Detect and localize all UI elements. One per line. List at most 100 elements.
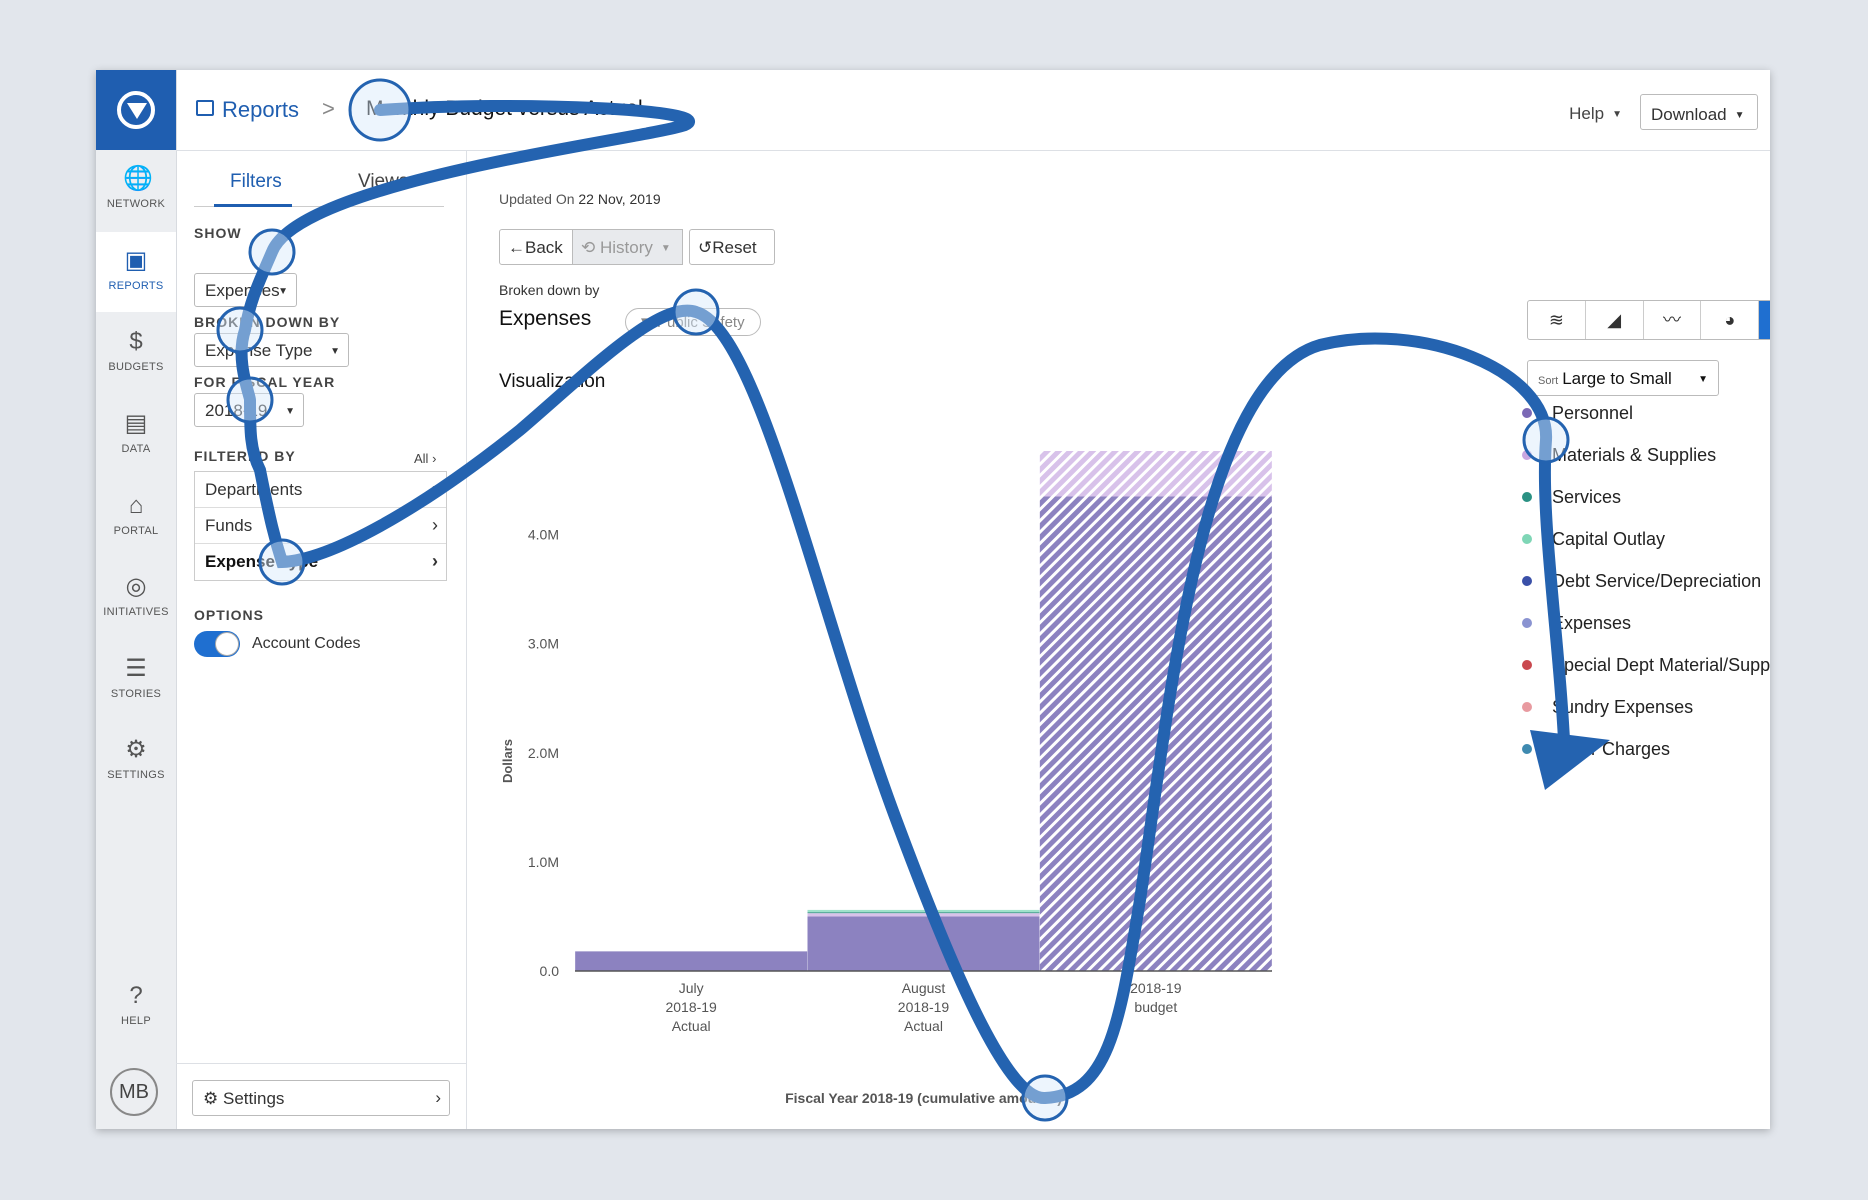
y-tick-label: 2.0M — [528, 745, 559, 761]
y-tick-label: 3.0M — [528, 636, 559, 652]
show-select[interactable]: Expenses ▼ — [194, 273, 297, 307]
legend-item[interactable]: Sundry Expenses — [1522, 695, 1770, 737]
nav-item-reports[interactable]: ▣ REPORTS — [96, 232, 176, 312]
legend-item[interactable]: Debt Service/Depreciation — [1522, 569, 1770, 611]
legend-item[interactable]: Materials & Supplies — [1522, 443, 1770, 485]
nav-item-budgets[interactable]: $ BUDGETS — [96, 313, 176, 393]
filter-item-funds[interactable]: Funds › — [195, 508, 446, 544]
chevron-down-icon: ▼ — [278, 286, 288, 297]
legend-item[interactable]: Expenses — [1522, 611, 1770, 653]
back-button[interactable]: ←Back — [499, 229, 573, 265]
back-label: Back — [525, 238, 563, 257]
x-tick-label: Actual — [904, 1018, 943, 1034]
sort-select[interactable]: Sort Large to Small ▼ — [1527, 360, 1719, 396]
nav-item-stories[interactable]: ☰ STORIES — [96, 640, 176, 720]
breadcrumb-separator: > — [322, 96, 335, 121]
fiscal-year-label: FOR FISCAL YEAR — [194, 374, 336, 390]
app-logo[interactable] — [96, 70, 176, 150]
fiscal-year-select[interactable]: 2018-19 ▼ — [194, 393, 304, 427]
table-view-icon[interactable]: ≋ — [1528, 301, 1586, 339]
nav-label: DATA — [121, 443, 151, 455]
history-button[interactable]: ⟲ History ▼ — [573, 229, 683, 265]
nav-item-network[interactable]: 🌐 NETWORK — [96, 150, 176, 230]
y-tick-label: 4.0M — [528, 527, 559, 543]
broken-down-select[interactable]: Expense Type ▼ — [194, 333, 349, 367]
legend-swatch — [1522, 660, 1532, 670]
legend-swatch — [1522, 408, 1532, 418]
account-codes-toggle[interactable] — [194, 631, 240, 657]
nav-label: SETTINGS — [107, 769, 165, 781]
left-nav-rail: 🌐 NETWORK ▣ REPORTS $ BUDGETS ▤ DATA ⌂ PORTAL ◎ INI… — [96, 70, 177, 1129]
settings-button[interactable]: ⚙ Settings › — [192, 1080, 450, 1116]
chevron-right-icon: › — [432, 479, 438, 499]
account-codes-label: Account Codes — [252, 635, 361, 652]
updated-prefix: Updated On — [499, 191, 575, 207]
sort-prefix: Sort — [1538, 375, 1559, 387]
all-link[interactable]: All › — [414, 451, 436, 466]
nav-item-settings[interactable]: ⚙ SETTINGS — [96, 721, 176, 801]
chevron-down-icon: ▼ — [1698, 374, 1708, 385]
reset-button[interactable]: ↺Reset — [689, 229, 775, 265]
avatar[interactable]: MB — [110, 1068, 158, 1116]
legend-swatch — [1522, 744, 1532, 754]
settings-label: Settings — [222, 1089, 285, 1108]
help-label: Help — [1569, 104, 1605, 123]
chevron-down-icon: ▼ — [330, 346, 340, 357]
updated-date: 22 Nov, 2019 — [578, 191, 661, 207]
x-tick-label: August — [902, 980, 946, 996]
main-content: Updated On 22 Nov, 2019 ←Back ⟲ History ▼… — [467, 151, 1770, 1129]
nav-item-initiatives[interactable]: ◎ INITIATIVES — [96, 558, 176, 638]
filter-item-label: Expense Type — [205, 552, 319, 571]
legend-item[interactable]: Services — [1522, 485, 1770, 527]
filter-pill[interactable]: ▼ Public Safety — [625, 308, 761, 336]
nav-item-help[interactable]: ? HELP — [96, 967, 176, 1047]
download-label: Download — [1651, 105, 1727, 124]
legend-item[interactable]: Special Dept Material/Supp... — [1522, 653, 1770, 695]
legend-label: Materials & Supplies — [1552, 445, 1717, 465]
globe-icon: 🌐 — [123, 165, 153, 192]
line-chart-icon[interactable]: 〰 — [1644, 301, 1702, 339]
filter-item-label: Funds — [205, 516, 253, 535]
broken-down-value: Expense Type — [205, 341, 313, 360]
reports-icon — [196, 100, 214, 116]
download-button[interactable]: Download ▼ — [1640, 94, 1758, 130]
legend-item[interactable]: Other Charges — [1522, 737, 1770, 779]
y-axis-label: Dollars — [500, 739, 515, 783]
tab-filters[interactable]: Filters — [230, 171, 282, 193]
help-dropdown[interactable]: Help ▼ — [1569, 104, 1622, 124]
visualization-title: Visualization — [499, 371, 606, 392]
bar-chart-icon[interactable]: ▮ — [1759, 301, 1770, 339]
area-chart-icon[interactable]: ◢ — [1586, 301, 1644, 339]
legend-swatch — [1522, 618, 1532, 628]
legend-swatch — [1522, 702, 1532, 712]
chevron-down-icon: ▼ — [660, 243, 671, 254]
legend-label: Special Dept Material/Supp... — [1552, 655, 1770, 675]
y-tick-label: 0.0 — [540, 963, 560, 979]
stories-icon: ☰ — [125, 655, 147, 682]
show-label: SHOW — [194, 225, 242, 241]
legend-item[interactable]: Personnel — [1522, 401, 1770, 443]
fiscal-year-value: 2018-19 — [205, 401, 268, 420]
panel-divider — [176, 1063, 466, 1064]
nav-label: NETWORK — [106, 198, 166, 210]
initiatives-icon: ◎ — [125, 573, 147, 600]
legend-label: Capital Outlay — [1552, 529, 1666, 549]
nav-item-data[interactable]: ▤ DATA — [96, 395, 176, 475]
reset-icon: ↺ — [698, 238, 713, 257]
legend-item[interactable]: Capital Outlay — [1522, 527, 1770, 569]
filter-item-departments[interactable]: Departments › — [195, 472, 446, 508]
page-title: Monthly Budget versus Actual — [366, 97, 643, 120]
bar-segment — [807, 916, 1040, 971]
y-tick-label: 1.0M — [528, 854, 559, 870]
nav-label: BUDGETS — [108, 361, 164, 373]
nav-item-portal[interactable]: ⌂ PORTAL — [96, 477, 176, 557]
pie-chart-icon[interactable]: ◕ — [1701, 301, 1760, 339]
broken-down-label: BROKEN DOWN BY — [194, 314, 341, 330]
tab-views[interactable]: Views — [358, 171, 408, 193]
x-tick-label: 2018-19 — [665, 999, 717, 1015]
filter-item-expense-type[interactable]: Expense Type › — [195, 544, 446, 580]
breadcrumb-reports[interactable]: Reports — [222, 97, 299, 123]
gear-icon: ⚙ — [125, 736, 147, 763]
x-tick-label: 2018-19 — [898, 999, 950, 1015]
arrow-left-icon: ← — [508, 238, 525, 257]
